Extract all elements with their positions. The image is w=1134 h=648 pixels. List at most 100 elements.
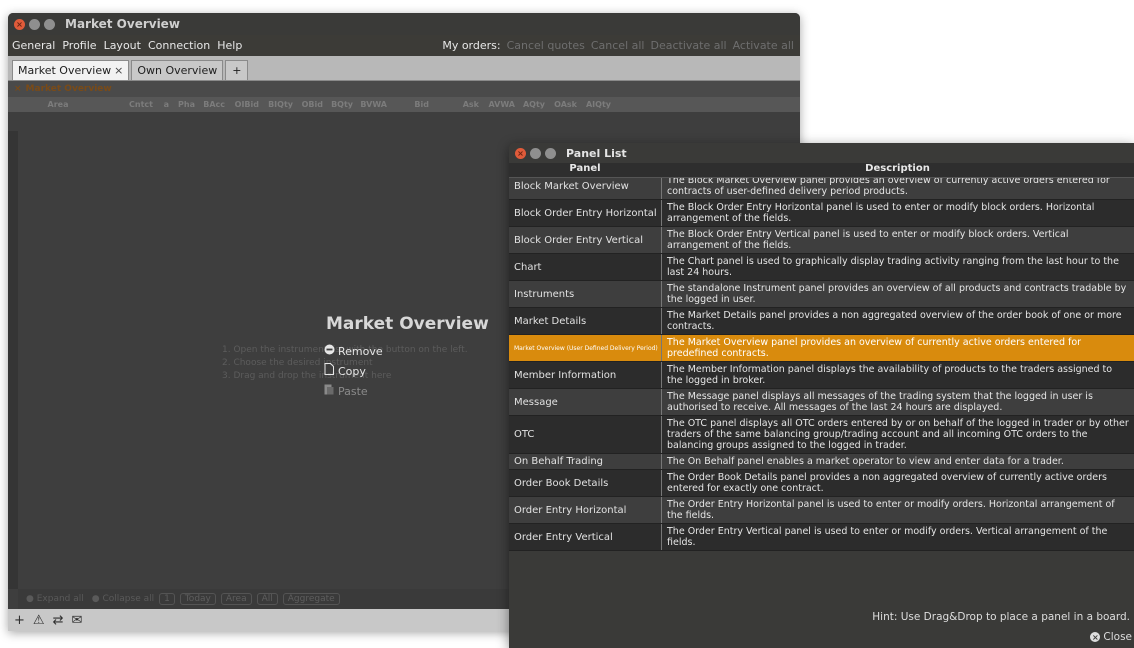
header-description[interactable]: Description — [661, 163, 1134, 177]
cancel-quotes-button[interactable]: Cancel quotes — [507, 39, 585, 52]
panel-row[interactable]: Chart The Chart panel is used to graphica… — [509, 254, 1134, 281]
panel-name-cell: Block Order Entry Horizontal — [509, 200, 662, 226]
col-bqty[interactable]: BQty — [323, 100, 353, 109]
panel-description-cell: The Block Order Entry Horizontal panel i… — [667, 202, 1095, 224]
col-bid[interactable]: Bid — [387, 100, 429, 109]
panel-row[interactable]: Order Entry Horizontal The Order Entry Ho… — [509, 497, 1134, 524]
menu-connection[interactable]: Connection — [148, 39, 210, 52]
my-orders-label: My orders: — [442, 39, 501, 52]
panel-description-cell: The Message panel displays all messages … — [667, 391, 1093, 413]
column-header: Area Cntct a Pha BAcc OIBid BIQty OBid B… — [8, 97, 800, 112]
panel-name-cell: Order Entry Vertical — [509, 524, 662, 550]
dialog-close-icon[interactable]: × — [515, 147, 526, 159]
panel-row[interactable]: Block Order Entry Vertical The Block Orde… — [509, 227, 1134, 254]
board-title: Market Overview — [326, 314, 489, 334]
tab-own-overview[interactable]: Own Overview — [131, 60, 224, 80]
window-title: Market Overview — [65, 17, 180, 31]
panel-name-cell: Order Entry Horizontal — [509, 497, 662, 523]
dialog-title: Panel List — [566, 146, 627, 160]
close-button[interactable]: × Close — [1090, 631, 1132, 643]
col-obid[interactable]: OBid — [293, 100, 323, 109]
minus-circle-icon — [324, 342, 336, 362]
panel-description-cell: The On Behalf panel enables a market ope… — [667, 456, 1064, 467]
context-remove-label: Remove — [338, 345, 383, 358]
col-area[interactable]: Area — [8, 100, 108, 109]
menu-help[interactable]: Help — [217, 39, 242, 52]
panel-description-cell: The OTC panel displays all OTC orders en… — [667, 418, 1129, 451]
mail-icon[interactable]: ✉ — [71, 613, 82, 628]
panel-name-cell: Message — [509, 389, 662, 415]
tab-market-overview[interactable]: Market Overview × — [12, 60, 130, 80]
panel-name-cell: Market Details — [509, 308, 662, 334]
instrument-drawer-handle[interactable] — [8, 131, 18, 589]
col-ask[interactable]: Ask — [429, 100, 479, 109]
add-icon[interactable]: + — [14, 613, 25, 628]
dialog-footer: Hint: Use Drag&Drop to place a panel in … — [509, 604, 1134, 648]
context-copy[interactable]: Copy — [324, 362, 383, 382]
close-button-label: Close — [1103, 631, 1132, 643]
panel-row[interactable]: Instruments The standalone Instrument pan… — [509, 281, 1134, 308]
deactivate-all-button[interactable]: Deactivate all — [650, 39, 726, 52]
drag-drop-hint: Hint: Use Drag&Drop to place a panel in … — [872, 611, 1130, 623]
col-biqty[interactable]: BIQty — [259, 100, 293, 109]
col-aiqty[interactable]: AIQty — [577, 100, 611, 109]
panel-row[interactable]: Order Book Details The Order Book Details… — [509, 470, 1134, 497]
panel-description-cell: The standalone Instrument panel provides… — [667, 283, 1127, 305]
dialog-titlebar: × Panel List — [509, 143, 1134, 163]
window-close-icon[interactable]: × — [14, 18, 25, 30]
area-select[interactable]: Area — [220, 593, 252, 605]
panel-row[interactable]: Market Details The Market Details panel p… — [509, 308, 1134, 335]
window-minimize-icon[interactable] — [29, 18, 40, 30]
col-pha[interactable]: Pha — [169, 100, 195, 109]
panel-name-cell: Block Market Overview — [509, 178, 662, 199]
menu-bar: General Profile Layout Connection Help M… — [8, 35, 800, 56]
panel-row[interactable]: Market Overview (User Defined Delivery P… — [509, 335, 1134, 362]
panel-title: Market Overview — [25, 84, 112, 94]
panel-row[interactable]: Block Order Entry Horizontal The Block Or… — [509, 200, 1134, 227]
panel-row[interactable]: OTC The OTC panel displays all OTC orders… — [509, 416, 1134, 454]
col-avwa[interactable]: AVWA — [479, 100, 516, 109]
expand-all-button[interactable]: ● Expand all — [26, 594, 84, 604]
activate-all-button[interactable]: Activate all — [733, 39, 794, 52]
panel-name-cell: OTC — [509, 416, 662, 453]
context-paste[interactable]: Paste — [324, 382, 383, 402]
menu-general[interactable]: General — [12, 39, 55, 52]
panel-name-cell: Chart — [509, 254, 662, 280]
aggregate-toggle[interactable]: Aggregate — [282, 593, 340, 605]
add-tab-button[interactable]: + — [225, 60, 249, 80]
depth-select[interactable]: 1 — [159, 593, 175, 605]
panel-row[interactable]: Message The Message panel displays all me… — [509, 389, 1134, 416]
panel-row[interactable]: Order Entry Vertical The Order Entry Vert… — [509, 524, 1134, 551]
menu-profile[interactable]: Profile — [62, 39, 96, 52]
tab-close-icon[interactable]: × — [114, 64, 123, 77]
col-aqty[interactable]: AQty — [515, 100, 545, 109]
header-panel[interactable]: Panel — [509, 163, 661, 177]
menu-layout[interactable]: Layout — [104, 39, 141, 52]
panel-row[interactable]: Block Market Overview The Block Market Ov… — [509, 178, 1134, 200]
col-oibid[interactable]: OIBid — [225, 100, 259, 109]
date-select[interactable]: Today — [179, 593, 216, 605]
panel-row[interactable]: On Behalf Trading The On Behalf panel ena… — [509, 454, 1134, 470]
collapse-all-button[interactable]: ● Collapse all — [92, 594, 154, 604]
window-maximize-icon[interactable] — [44, 18, 55, 30]
panel-title-row: × Market Overview — [8, 81, 800, 97]
panel-name-cell: Member Information — [509, 362, 662, 388]
cancel-all-button[interactable]: Cancel all — [591, 39, 645, 52]
context-remove[interactable]: Remove — [324, 342, 383, 362]
panel-description-cell: The Order Book Details panel provides a … — [667, 472, 1107, 494]
dialog-maximize-icon[interactable] — [545, 147, 556, 159]
page-icon — [324, 362, 336, 382]
warning-icon[interactable]: ⚠ — [33, 613, 45, 628]
col-oask[interactable]: OAsk — [545, 100, 577, 109]
filter-select[interactable]: All — [256, 593, 278, 605]
panel-row[interactable]: Member Information The Member Information… — [509, 362, 1134, 389]
col-bacc[interactable]: BAcc — [195, 100, 225, 109]
tab-label: Own Overview — [137, 64, 218, 77]
col-cntct[interactable]: Cntct — [108, 100, 153, 109]
col-bvwa[interactable]: BVWA — [353, 100, 387, 109]
panel-name-cell: Market Overview (User Defined Delivery P… — [509, 335, 662, 361]
swap-icon[interactable]: ⇄ — [53, 613, 64, 628]
collapse-icon[interactable]: × — [14, 84, 22, 94]
dialog-minimize-icon[interactable] — [530, 147, 541, 159]
col-a[interactable]: a — [153, 100, 169, 109]
